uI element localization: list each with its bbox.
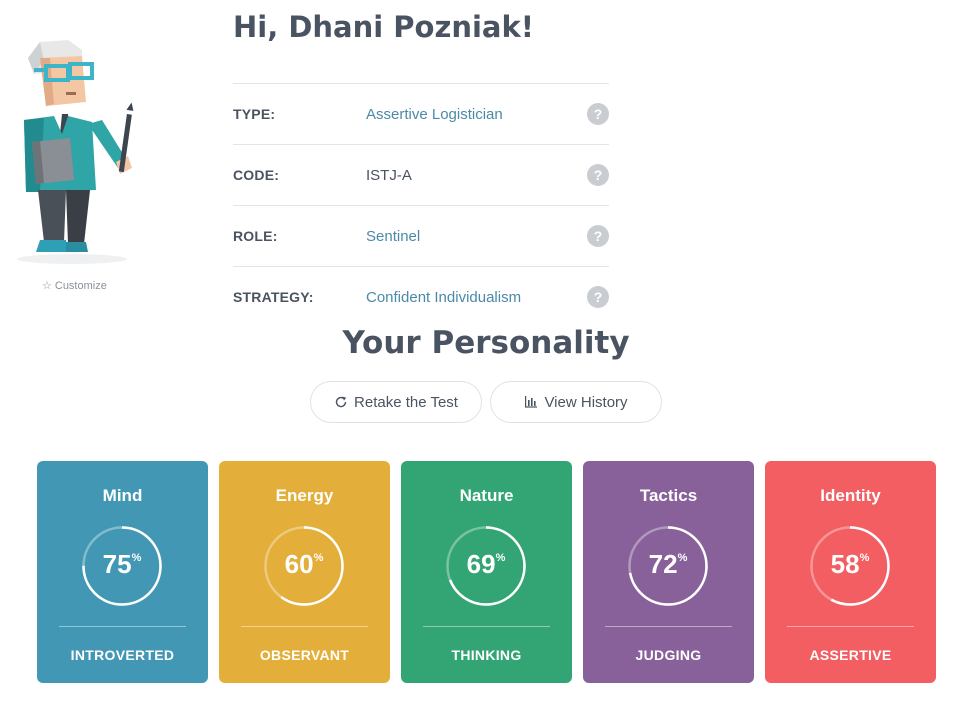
percent-value: 60% xyxy=(284,549,324,579)
role-value-link[interactable]: Sentinel xyxy=(366,228,420,245)
card-divider xyxy=(787,626,914,627)
profile-row-code: CODE: ISTJ-A ? xyxy=(233,144,609,205)
retake-test-label: Retake the Test xyxy=(354,393,458,411)
bar-chart-icon xyxy=(525,396,538,408)
card-title: Tactics xyxy=(639,486,698,505)
star-outline-icon: ☆ xyxy=(42,280,52,292)
percent-gauge: 69% xyxy=(445,525,527,607)
profile-row-type: TYPE: Assertive Logistician ? xyxy=(233,83,609,144)
percent-value: 75% xyxy=(102,549,142,579)
code-label: CODE: xyxy=(233,167,280,183)
profile-row-strategy: STRATEGY: Confident Individualism ? xyxy=(233,266,609,327)
personality-cards: Mind 75% INTROVERTED Energy 60% OBSERVAN… xyxy=(37,461,936,683)
strategy-value-link[interactable]: Confident Individualism xyxy=(366,289,521,306)
percent-value: 58% xyxy=(830,549,870,579)
help-icon[interactable]: ? xyxy=(587,103,609,125)
view-history-label: View History xyxy=(544,393,628,411)
card-divider xyxy=(605,626,732,627)
refresh-icon xyxy=(335,396,347,408)
percent-value: 69% xyxy=(466,549,506,579)
card-trait: JUDGING xyxy=(635,647,702,663)
customize-link[interactable]: ☆ Customize xyxy=(42,279,107,293)
card-divider xyxy=(241,626,368,627)
type-label: TYPE: xyxy=(233,106,276,122)
card-divider xyxy=(59,626,186,627)
card-trait: OBSERVANT xyxy=(259,647,350,663)
personality-section-title: Your Personality xyxy=(342,325,630,361)
card-nature[interactable]: Nature 69% THINKING xyxy=(401,461,572,683)
card-trait: ASSERTIVE xyxy=(809,647,892,663)
view-history-button[interactable]: View History xyxy=(490,381,662,423)
card-mind[interactable]: Mind 75% INTROVERTED xyxy=(37,461,208,683)
profile-row-role: ROLE: Sentinel ? xyxy=(233,205,609,266)
percent-value: 72% xyxy=(648,549,688,579)
help-icon[interactable]: ? xyxy=(587,286,609,308)
percent-gauge: 75% xyxy=(81,525,163,607)
card-title: Energy xyxy=(275,486,334,505)
card-title: Nature xyxy=(459,486,514,505)
percent-gauge: 72% xyxy=(627,525,709,607)
profile-info-table: TYPE: Assertive Logistician ? CODE: ISTJ… xyxy=(233,83,609,327)
card-title: Identity xyxy=(820,486,881,505)
customize-label: Customize xyxy=(54,279,107,292)
help-icon[interactable]: ? xyxy=(587,225,609,247)
card-identity[interactable]: Identity 58% ASSERTIVE xyxy=(765,461,936,683)
card-divider xyxy=(423,626,550,627)
greeting-title: Hi, Dhani Pozniak! xyxy=(233,10,535,44)
role-label: ROLE: xyxy=(233,228,278,244)
strategy-label: STRATEGY: xyxy=(233,289,314,305)
card-trait: INTROVERTED xyxy=(70,647,175,663)
card-trait: THINKING xyxy=(451,647,522,663)
card-title: Mind xyxy=(102,486,143,505)
help-icon[interactable]: ? xyxy=(587,164,609,186)
card-energy[interactable]: Energy 60% OBSERVANT xyxy=(219,461,390,683)
percent-gauge: 58% xyxy=(809,525,891,607)
avatar-illustration xyxy=(17,40,134,264)
avatar[interactable] xyxy=(10,30,140,270)
type-value-link[interactable]: Assertive Logistician xyxy=(366,106,503,123)
retake-test-button[interactable]: Retake the Test xyxy=(310,381,482,423)
percent-gauge: 60% xyxy=(263,525,345,607)
code-value: ISTJ-A xyxy=(366,166,412,184)
card-tactics[interactable]: Tactics 72% JUDGING xyxy=(583,461,754,683)
